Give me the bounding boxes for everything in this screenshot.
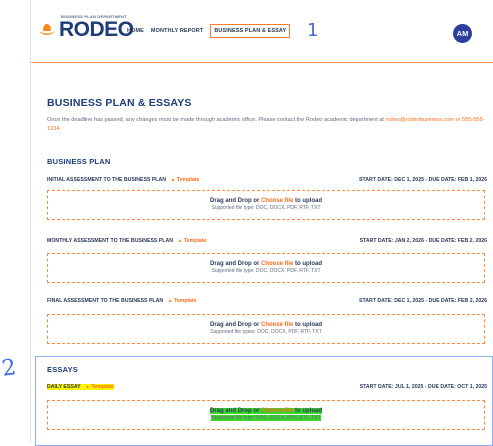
warning-icon: ▲ — [167, 298, 173, 304]
choose-file-link[interactable]: Choose file — [261, 198, 293, 204]
template-link[interactable]: ▲ Template — [168, 298, 197, 304]
assignment-dates: START DATE: DEC 1, 2025 - DUE DATE: FEB … — [359, 298, 487, 304]
upload-dropzone[interactable]: Drag and Drop or Choose file to upload S… — [47, 400, 485, 430]
supported-types: Supported file types: DOC, DOCX, PDF, RT… — [210, 329, 322, 335]
supported-types: Supported file type: DOC, DOCX, PDF, RTF… — [211, 415, 321, 421]
assignment-label: DAILY ESSAY — [47, 384, 81, 390]
warning-icon: ▲ — [84, 384, 91, 390]
deadline-notice: Once the deadline has passed, any change… — [47, 116, 487, 134]
assignment-dates: START DATE: JUL 1, 2025 - DUE DATE: OCT … — [359, 384, 487, 390]
page: BUSINESS PLAN DEPARTMENT RODEO HOME MONT… — [30, 0, 493, 446]
page-title: BUSINESS PLAN & ESSAYS — [47, 97, 192, 109]
assignment-row: DAILY ESSAY ▲ Template START DATE: JUL 1… — [47, 384, 487, 394]
supported-types: Supported file type: DOC, DOCX, PDF, RTF… — [211, 268, 321, 274]
notice-text: Once the deadline has passed, any change… — [47, 117, 384, 123]
main-nav: HOME MONTHLY REPORT BUSINESS PLAN & ESSA… — [127, 24, 291, 38]
hat-logo-icon — [39, 24, 55, 35]
template-link[interactable]: ▲ Template — [85, 384, 114, 390]
assignment-row: MONTHLY ASSESSMENT TO THE BUSINESS PLAN … — [47, 238, 487, 248]
choose-file-link[interactable]: Choose file — [261, 408, 293, 414]
upload-dropzone[interactable]: Drag and Drop or Choose file to upload S… — [47, 253, 485, 283]
warning-icon: ▲ — [177, 238, 183, 244]
section-title-business-plan: BUSINESS PLAN — [47, 157, 111, 166]
section-title-essays: ESSAYS — [47, 365, 78, 374]
nav-home[interactable]: HOME — [127, 28, 144, 34]
template-link[interactable]: ▲ Template — [177, 238, 206, 244]
assignment-row: FINAL ASSESSMENT TO THE BUSINESS PLAN ▲ … — [47, 298, 487, 308]
nav-monthly-report[interactable]: MONTHLY REPORT — [151, 28, 203, 34]
assignment-label: MONTHLY ASSESSMENT TO THE BUSINESS PLAN — [47, 238, 173, 244]
upload-dropzone[interactable]: Drag and Drop or Choose file to upload S… — [47, 190, 485, 220]
nav-business-plan-essay[interactable]: BUSINESS PLAN & ESSAY — [210, 24, 291, 38]
annotation-marker-2: 2 — [0, 355, 18, 382]
annotation-marker-1: 1 — [307, 20, 319, 41]
assignment-label: FINAL ASSESSMENT TO THE BUSINESS PLAN — [47, 298, 164, 304]
warning-icon: ▲ — [170, 177, 176, 183]
header: BUSINESS PLAN DEPARTMENT RODEO HOME MONT… — [31, 0, 493, 63]
assignment-dates: START DATE: JAN 2, 2026 - DUE DATE: FEB … — [359, 238, 487, 244]
assignment-dates: START DATE: DEC 1, 2025 - DUE DATE: FEB … — [359, 177, 487, 183]
assignment-row: INITIAL ASSESSMENT TO THE BUSINESS PLAN … — [47, 177, 487, 187]
header-divider — [31, 62, 493, 63]
logo-wordmark: RODEO — [59, 18, 134, 41]
choose-file-link[interactable]: Choose file — [261, 261, 293, 267]
template-link[interactable]: ▲ Template — [170, 177, 199, 183]
logo[interactable]: BUSINESS PLAN DEPARTMENT RODEO — [37, 14, 134, 44]
assignment-label: INITIAL ASSESSMENT TO THE BUSINESS PLAN — [47, 177, 166, 183]
choose-file-link[interactable]: Choose file — [261, 322, 293, 328]
avatar[interactable]: AM — [453, 24, 472, 43]
supported-types: Supported file type: DOC, DOCX, PDF, RTF… — [211, 205, 321, 211]
upload-dropzone[interactable]: Drag and Drop or Choose file to upload S… — [47, 314, 485, 344]
